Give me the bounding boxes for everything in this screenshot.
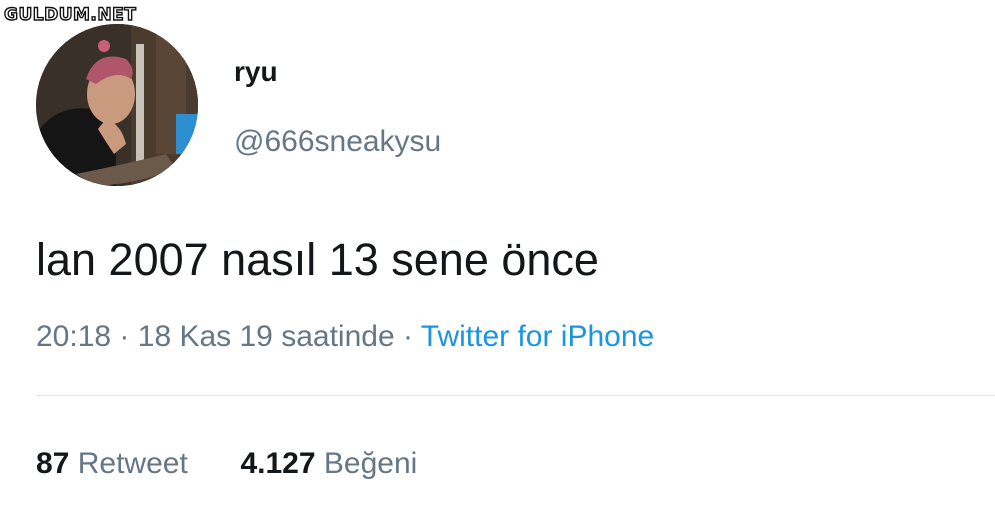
meta-separator: · <box>119 320 130 353</box>
like-count: 4.127 <box>240 447 316 480</box>
tweet-date[interactable]: 18 Kas 19 saatinde <box>138 320 395 353</box>
tweet-text: lan 2007 nasıl 13 sene önce <box>36 234 599 285</box>
avatar-image <box>36 24 198 186</box>
retweet-count: 87 <box>36 447 70 480</box>
retweet-label: Retweet <box>77 447 188 480</box>
tweet-meta: 20:18 · 18 Kas 19 saatinde · Twitter for… <box>36 317 654 357</box>
tweet-time[interactable]: 20:18 <box>36 320 111 353</box>
meta-separator: · <box>402 320 413 353</box>
avatar[interactable] <box>36 24 198 186</box>
user-handle[interactable]: @666sneakysu <box>234 122 441 162</box>
display-name[interactable]: ryu <box>234 52 278 92</box>
tweet-stats: 87 Retweet 4.127 Beğeni <box>36 444 417 484</box>
like-stat[interactable]: 4.127 Beğeni <box>240 447 417 480</box>
tweet-source-link[interactable]: Twitter for iPhone <box>421 320 654 353</box>
retweet-stat[interactable]: 87 Retweet <box>36 447 196 480</box>
divider <box>36 395 995 396</box>
watermark-logo: GULDUM.NET <box>3 4 137 25</box>
like-label: Beğeni <box>323 447 418 480</box>
